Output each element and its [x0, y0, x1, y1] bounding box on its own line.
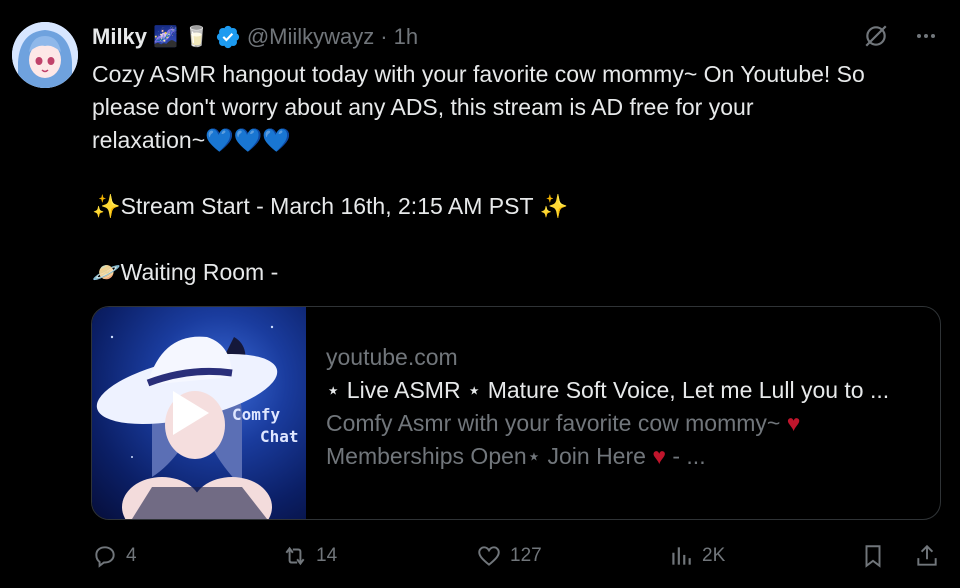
- video-thumbnail[interactable]: Comfy Chat: [92, 307, 306, 519]
- card-domain: youtube.com: [326, 344, 458, 370]
- tweet-header: Milky 🌌 🥛 @Miilkywayz · 1h: [92, 22, 418, 52]
- thumbnail-text-comfy: Comfy: [232, 405, 281, 424]
- repost-button[interactable]: 14: [282, 540, 337, 572]
- card-meta: youtube.com ⋆ Live ASMR ⋆ Mature Soft Vo…: [306, 307, 909, 519]
- tweet-text-line-1: Cozy ASMR hangout today with your favori…: [92, 61, 865, 87]
- waiting-room-line: 🪐Waiting Room -: [92, 259, 279, 285]
- like-icon: [478, 546, 500, 566]
- share-button[interactable]: [914, 540, 940, 572]
- thumbnail-text-chat: Chat: [260, 427, 299, 446]
- tweet-text: Cozy ASMR hangout today with your favori…: [92, 58, 948, 289]
- grok-icon[interactable]: [862, 22, 890, 50]
- link-card[interactable]: Comfy Chat youtube.com ⋆ Live ASMR ⋆ Mat…: [91, 306, 941, 520]
- share-icon: [917, 544, 937, 566]
- views-icon: [672, 547, 691, 565]
- reply-icon: [95, 546, 115, 568]
- card-desc-line-2: Memberships Open⋆ Join Here ♥ - ...: [326, 440, 889, 473]
- reply-button[interactable]: 4: [92, 540, 137, 572]
- repost-icon: [285, 546, 305, 566]
- bookmark-button[interactable]: [860, 540, 886, 572]
- avatar[interactable]: [12, 22, 78, 88]
- top-actions: [862, 22, 940, 50]
- engagement-bar: 4 14 127 2K: [92, 540, 942, 572]
- author-name[interactable]: Milky: [92, 24, 147, 50]
- bookmark-icon: [865, 545, 881, 568]
- card-desc-text-1: Comfy Asmr with your favorite cow mommy~…: [326, 410, 801, 436]
- tweet-text-line-2: please don't worry about any ADS, this s…: [92, 94, 754, 120]
- tweet[interactable]: Milky 🌌 🥛 @Miilkywayz · 1h Cozy ASMR han…: [0, 0, 960, 588]
- like-count: 127: [510, 545, 542, 566]
- card-desc-line-1: Comfy Asmr with your favorite cow mommy~…: [326, 407, 889, 440]
- card-desc-text-2: Memberships Open⋆ Join Here ♥ - ...: [326, 443, 706, 469]
- play-icon[interactable]: [169, 387, 213, 439]
- name-emoji-milk: 🥛: [183, 26, 209, 48]
- header-separator: ·: [380, 24, 388, 49]
- views-button[interactable]: 2K: [668, 540, 725, 572]
- repost-count: 14: [316, 545, 338, 566]
- tweet-text-line-3: relaxation~💙💙💙: [92, 127, 292, 153]
- author-handle[interactable]: @Miilkywayz: [247, 24, 374, 50]
- post-time[interactable]: 1h: [394, 24, 418, 50]
- card-title: ⋆ Live ASMR ⋆ Mature Soft Voice, Let me …: [326, 377, 890, 403]
- reply-count: 4: [126, 545, 137, 566]
- like-button[interactable]: 127: [476, 540, 542, 572]
- more-icon[interactable]: [912, 22, 940, 50]
- verified-badge-icon[interactable]: [215, 24, 241, 50]
- stream-start-line: ✨Stream Start - March 16th, 2:15 AM PST …: [92, 193, 569, 219]
- view-count: 2K: [702, 545, 726, 566]
- name-emoji-galaxy: 🌌: [153, 26, 178, 48]
